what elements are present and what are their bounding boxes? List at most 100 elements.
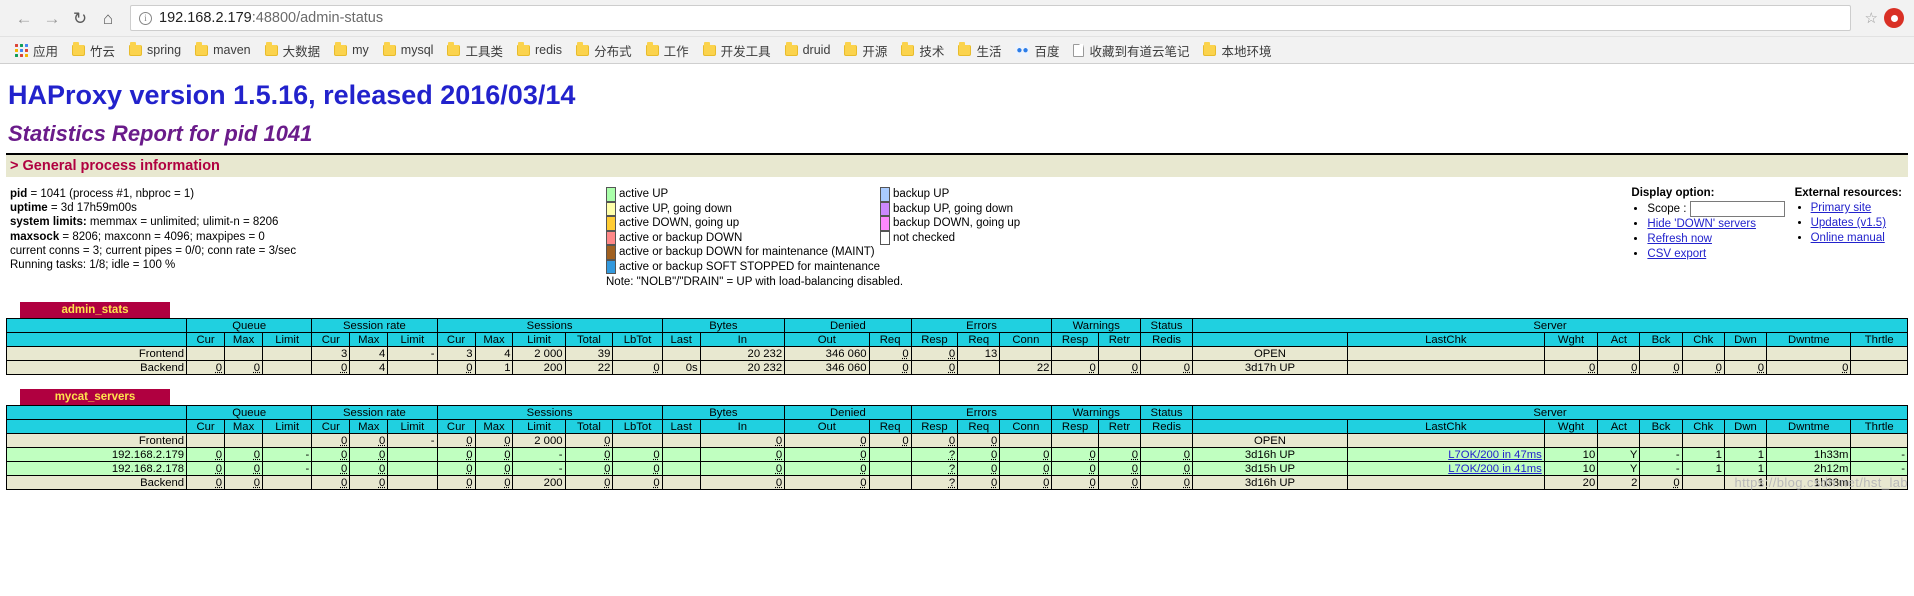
column-header[interactable]: Cur — [436, 419, 476, 434]
column-header[interactable]: Conn — [999, 419, 1053, 434]
column-header[interactable]: Cur — [186, 332, 226, 347]
column-header[interactable]: Limit — [387, 332, 438, 347]
column-header[interactable]: In — [699, 419, 786, 434]
column-header[interactable]: Out — [784, 419, 870, 434]
column-header[interactable] — [5, 419, 188, 434]
column-header[interactable]: Act — [1597, 419, 1641, 434]
last-check-result[interactable]: L7OK/200 in 41ms — [1346, 461, 1545, 476]
column-header[interactable]: Wght — [1543, 332, 1599, 347]
updates-link[interactable]: Updates (v1.5) — [1811, 217, 1886, 229]
column-header[interactable]: Redis — [1140, 332, 1194, 347]
bookmark-item-2[interactable]: spring — [122, 39, 188, 61]
column-header[interactable]: Limit — [262, 332, 313, 347]
column-header[interactable]: LbTot — [612, 332, 663, 347]
site-info-icon[interactable]: i — [139, 11, 152, 25]
column-header[interactable]: Retr — [1097, 419, 1142, 434]
home-icon[interactable]: ⌂ — [94, 4, 122, 32]
column-header[interactable]: Limit — [512, 419, 566, 434]
bookmark-item-4[interactable]: 大数据 — [258, 39, 328, 61]
bookmark-item-youdao[interactable]: 收藏到有道云笔记 — [1066, 39, 1196, 61]
column-header[interactable]: Total — [564, 332, 614, 347]
column-header[interactable]: LbTot — [612, 419, 663, 434]
column-header[interactable]: Dwn — [1723, 419, 1768, 434]
column-header[interactable] — [5, 332, 188, 347]
last-check-link[interactable]: L7OK/200 in 47ms — [1448, 449, 1542, 461]
address-bar[interactable]: i 192.168.2.179:48800/admin-status — [130, 5, 1851, 31]
bookmark-item-11[interactable]: 开发工具 — [696, 39, 778, 61]
bookmark-item-apps[interactable]: 应用 — [8, 39, 65, 61]
column-header[interactable]: LastChk — [1346, 419, 1545, 434]
column-header[interactable]: Max — [349, 332, 389, 347]
column-header[interactable]: Thrtle — [1850, 419, 1908, 434]
column-header[interactable]: Cur — [311, 332, 351, 347]
column-header[interactable] — [1192, 419, 1348, 434]
column-header[interactable]: Cur — [311, 419, 351, 434]
bookmark-item-1[interactable]: 竹云 — [65, 39, 122, 61]
bookmark-item-baidu[interactable]: ●● 百度 — [1008, 39, 1066, 61]
column-header[interactable]: Req — [957, 419, 1001, 434]
column-header[interactable]: Retr — [1097, 332, 1142, 347]
forward-icon[interactable]: → — [38, 4, 66, 32]
hide-down-servers-link[interactable]: Hide 'DOWN' servers — [1647, 218, 1756, 230]
column-header[interactable]: In — [699, 332, 786, 347]
column-header[interactable]: Wght — [1543, 419, 1599, 434]
column-header[interactable]: Bck — [1639, 332, 1683, 347]
bookmark-item-8[interactable]: redis — [510, 39, 569, 61]
primary-site-link[interactable]: Primary site — [1811, 202, 1872, 214]
column-header[interactable]: Max — [474, 332, 514, 347]
back-icon[interactable]: ← — [10, 4, 38, 32]
column-header[interactable]: Req — [957, 332, 1001, 347]
bookmark-item-9[interactable]: 分布式 — [569, 39, 639, 61]
column-header[interactable]: Dwntme — [1766, 419, 1852, 434]
column-header[interactable]: Max — [224, 419, 264, 434]
column-header[interactable]: Last — [661, 332, 701, 347]
column-header[interactable]: Limit — [387, 419, 438, 434]
column-header[interactable]: Max — [349, 419, 389, 434]
bookmark-item-6[interactable]: mysql — [376, 39, 441, 61]
column-header[interactable]: Cur — [436, 332, 476, 347]
last-check-link[interactable]: L7OK/200 in 41ms — [1448, 463, 1542, 475]
profile-avatar[interactable] — [1884, 8, 1904, 28]
column-header[interactable]: Resp — [1051, 332, 1099, 347]
column-header[interactable]: Max — [224, 332, 264, 347]
csv-export-link[interactable]: CSV export — [1647, 248, 1706, 260]
column-header[interactable]: Thrtle — [1850, 332, 1908, 347]
column-header[interactable]: Limit — [512, 332, 566, 347]
bookmark-item-13[interactable]: 开源 — [837, 39, 894, 61]
column-header[interactable]: Act — [1597, 332, 1641, 347]
scope-input[interactable] — [1689, 201, 1785, 217]
bookmark-item-12[interactable]: druid — [778, 39, 838, 61]
column-header[interactable]: Max — [474, 419, 514, 434]
bookmark-item-3[interactable]: maven — [188, 39, 258, 61]
column-header[interactable]: Resp — [1051, 419, 1099, 434]
reload-icon[interactable]: ↻ — [66, 4, 94, 32]
column-header[interactable]: Req — [868, 332, 912, 347]
column-header[interactable]: Redis — [1140, 419, 1194, 434]
column-header[interactable]: Chk — [1681, 332, 1725, 347]
bookmark-star-icon[interactable]: ☆ — [1865, 9, 1878, 27]
bookmark-item-15[interactable]: 生活 — [951, 39, 1008, 61]
column-header[interactable]: Chk — [1681, 419, 1725, 434]
column-header[interactable]: LastChk — [1346, 332, 1545, 347]
column-header[interactable]: Req — [868, 419, 912, 434]
column-header[interactable]: Last — [661, 419, 701, 434]
bookmark-item-10[interactable]: 工作 — [639, 39, 696, 61]
column-header[interactable]: Out — [784, 332, 870, 347]
column-header[interactable]: Dwntme — [1766, 332, 1852, 347]
refresh-now-link[interactable]: Refresh now — [1647, 233, 1712, 245]
column-header[interactable]: Conn — [999, 332, 1053, 347]
column-header[interactable]: Bck — [1639, 419, 1683, 434]
column-header[interactable]: Limit — [262, 419, 313, 434]
bookmark-item-5[interactable]: my — [327, 39, 376, 61]
bookmark-item-18[interactable]: 本地环境 — [1196, 39, 1278, 61]
last-check-result[interactable]: L7OK/200 in 47ms — [1346, 447, 1545, 462]
online-manual-link[interactable]: Online manual — [1811, 232, 1885, 244]
bookmark-item-14[interactable]: 技术 — [894, 39, 951, 61]
column-header[interactable]: Total — [564, 419, 614, 434]
column-header[interactable]: Resp — [910, 419, 959, 434]
column-header[interactable]: Resp — [910, 332, 959, 347]
bookmark-item-7[interactable]: 工具类 — [440, 39, 510, 61]
column-header[interactable] — [1192, 332, 1348, 347]
column-header[interactable]: Dwn — [1723, 332, 1768, 347]
column-header[interactable]: Cur — [186, 419, 226, 434]
